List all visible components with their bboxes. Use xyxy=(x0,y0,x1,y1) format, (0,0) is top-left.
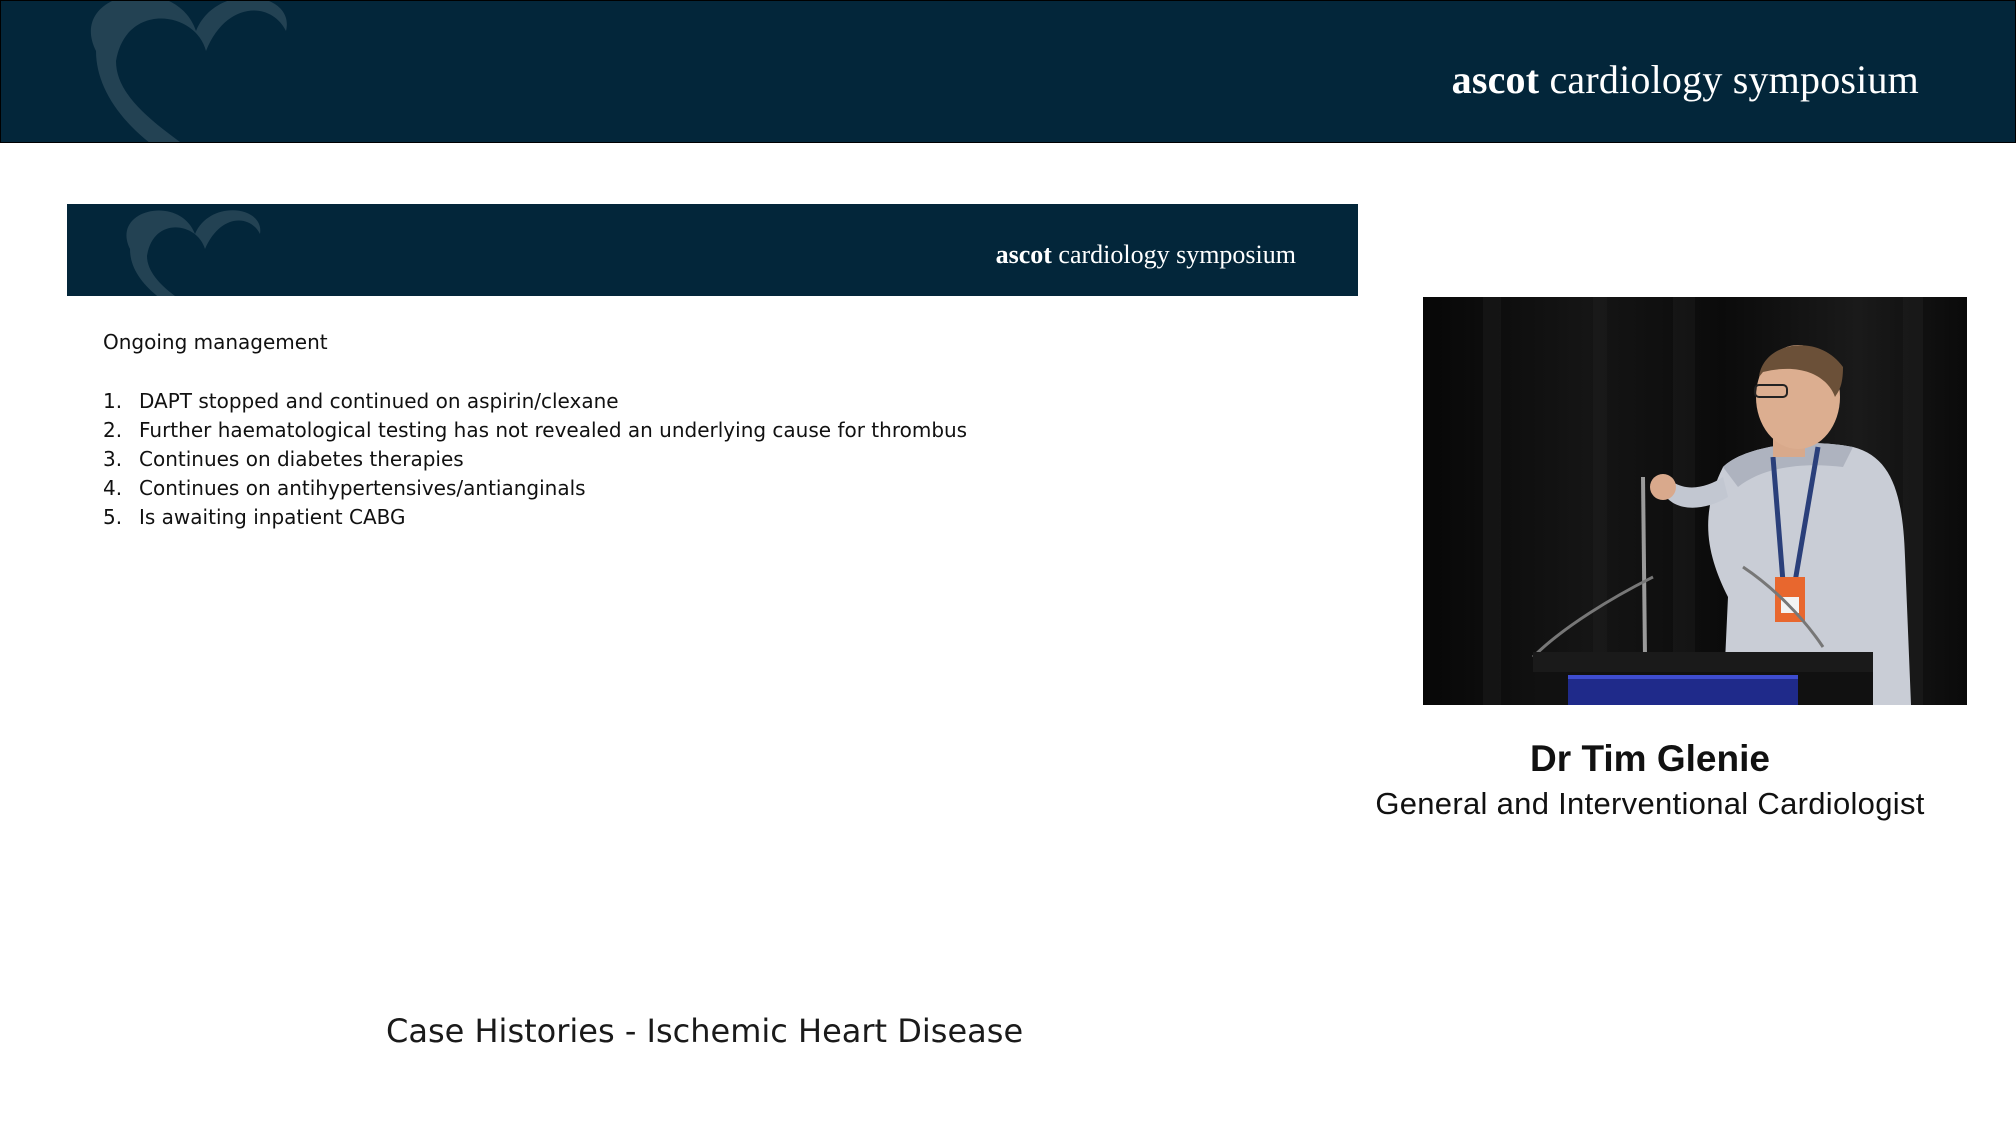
presentation-frame: ascot cardiology symposium ascot cardiol… xyxy=(0,0,2016,1134)
brand-rest: cardiology symposium xyxy=(1539,57,1919,102)
speaker-video xyxy=(1423,297,1967,705)
brand-strong: ascot xyxy=(1451,57,1540,102)
list-item-text: Further haematological testing has not r… xyxy=(139,418,968,442)
slide-banner: ascot cardiology symposium xyxy=(67,204,1358,296)
list-item-text: DAPT stopped and continued on aspirin/cl… xyxy=(139,389,619,413)
slide-brand-wordmark: ascot cardiology symposium xyxy=(996,240,1296,270)
list-item-number: 2. xyxy=(103,418,123,442)
heart-logo-icon xyxy=(126,210,261,296)
list-item-number: 5. xyxy=(103,505,123,529)
list-item-text: Continues on antihypertensives/antiangin… xyxy=(139,476,586,500)
list-item-text: Continues on diabetes therapies xyxy=(139,447,464,471)
slide-heading: Ongoing management xyxy=(103,330,328,354)
top-brand-wordmark: ascot cardiology symposium xyxy=(1452,56,1919,103)
speaker-name: Dr Tim Glenie xyxy=(1530,738,1770,779)
speaker-title: General and Interventional Cardiologist xyxy=(1375,786,1925,821)
list-item-number: 1. xyxy=(103,389,123,413)
top-banner: ascot cardiology symposium xyxy=(0,0,2016,143)
list-item-number: 4. xyxy=(103,476,123,500)
list-item: 3. Continues on diabetes therapies xyxy=(103,445,967,474)
list-item-text: Is awaiting inpatient CABG xyxy=(139,505,406,529)
list-item: 4. Continues on antihypertensives/antiang… xyxy=(103,474,967,503)
brand-rest: cardiology symposium xyxy=(1051,240,1296,269)
session-title: Case Histories - Ischemic Heart Disease xyxy=(386,1012,1024,1050)
heart-logo-icon xyxy=(90,1,287,142)
list-item: 1. DAPT stopped and continued on aspirin/… xyxy=(103,387,967,416)
list-item: 5. Is awaiting inpatient CABG xyxy=(103,503,967,532)
list-item-number: 3. xyxy=(103,447,123,471)
brand-strong: ascot xyxy=(995,240,1052,269)
list-item: 2. Further haematological testing has not… xyxy=(103,416,967,445)
speaker-photo xyxy=(1423,297,1967,705)
management-list: 1. DAPT stopped and continued on aspirin/… xyxy=(103,387,967,532)
